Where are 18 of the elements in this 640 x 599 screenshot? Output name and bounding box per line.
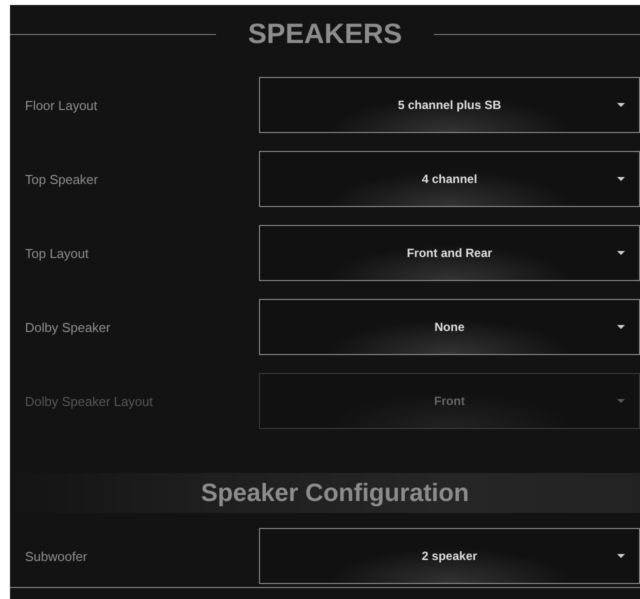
dropdown[interactable]: 5 channel plus SB <box>259 77 640 133</box>
setting-label: Top Layout <box>24 246 90 260</box>
caret-icon <box>617 103 625 107</box>
caret-icon <box>617 177 625 181</box>
caret-icon <box>617 399 625 403</box>
setting-label: Dolby Speaker <box>24 320 112 334</box>
caret-icon <box>617 554 625 558</box>
section-title: SPEAKERS <box>246 18 404 50</box>
caret-icon <box>617 251 625 255</box>
dropdown[interactable]: Front and Rear <box>259 225 640 281</box>
setting-label: Subwoofer <box>24 548 88 564</box>
setting-label: Top Speaker <box>24 172 99 186</box>
setting-label: Dolby Speaker Layout <box>24 394 154 408</box>
dropdown[interactable]: 4 channel <box>259 151 640 207</box>
dropdown[interactable]: None <box>259 299 640 355</box>
caret-icon <box>617 325 625 329</box>
setting-label: Floor Layout <box>24 98 98 112</box>
dropdown[interactable]: 2 speaker <box>259 528 640 584</box>
